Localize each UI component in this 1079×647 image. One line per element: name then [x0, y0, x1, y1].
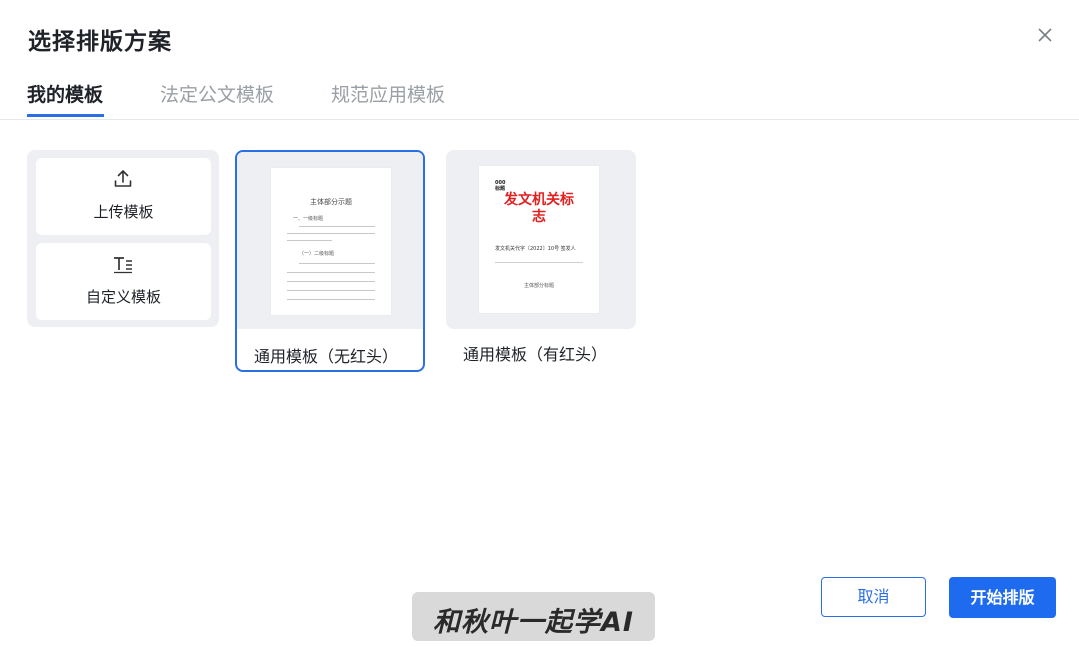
preview-corner-text: 000 标题: [495, 180, 506, 192]
template-name: 通用模板（有红头）: [463, 345, 608, 364]
preview-title: 主体部分示题: [310, 198, 352, 206]
tab-standard-templates[interactable]: 规范应用模板: [331, 80, 445, 107]
watermark: 和秋叶一起学AI: [412, 592, 655, 641]
tab-my-templates[interactable]: 我的模板: [27, 80, 103, 107]
close-button[interactable]: [1032, 22, 1058, 48]
upload-template-button[interactable]: 上传模板: [36, 158, 211, 235]
custom-template-button[interactable]: 自定义模板: [36, 243, 211, 320]
preview-text-line: [287, 299, 375, 300]
text-format-icon: [114, 257, 132, 274]
preview-text-line: [287, 272, 375, 273]
preview-text-line: [287, 281, 375, 282]
close-icon: [1038, 28, 1052, 42]
custom-template-label: 自定义模板: [85, 288, 161, 306]
template-preview: 000 标题 发文机关标志 发文机关代字〔2022〕10号 签发人 主体部分标题: [446, 150, 636, 329]
start-layout-button[interactable]: 开始排版: [949, 577, 1056, 618]
active-tab-indicator: [27, 114, 104, 117]
preview-doc-number: 发文机关代字〔2022〕10号 签发人: [495, 246, 576, 252]
preview-subtitle: 主体部分标题: [523, 283, 554, 289]
preview-separator-line: [495, 262, 583, 263]
document-preview-page: 000 标题 发文机关标志 发文机关代字〔2022〕10号 签发人 主体部分标题: [479, 166, 599, 313]
document-preview-page: 主体部分示题 一、一级标题 （一）二级标题: [271, 168, 391, 315]
preview-heading2: （一）二级标题: [299, 251, 335, 257]
upload-template-label: 上传模板: [93, 203, 154, 221]
tab-official-templates[interactable]: 法定公文模板: [160, 80, 274, 107]
preview-red-head: 发文机关标志: [504, 192, 574, 225]
preview-text-line: [287, 233, 375, 234]
upload-icon: [114, 170, 132, 187]
template-preview: 主体部分示题 一、一级标题 （一）二级标题: [237, 152, 423, 329]
template-actions-panel: 上传模板 自定义模板: [27, 150, 219, 327]
template-card-no-red-head[interactable]: 主体部分示题 一、一级标题 （一）二级标题 通用模板（无红头）: [235, 150, 425, 372]
preview-text-line: [287, 290, 375, 291]
preview-text-line: [299, 263, 375, 264]
cancel-button[interactable]: 取消: [821, 577, 926, 617]
template-name: 通用模板（无红头）: [254, 347, 399, 366]
tab-bar: 我的模板 法定公文模板 规范应用模板: [0, 74, 1079, 120]
preview-text-line: [299, 226, 375, 227]
template-card-red-head[interactable]: 000 标题 发文机关标志 发文机关代字〔2022〕10号 签发人 主体部分标题 …: [446, 150, 636, 372]
preview-text-line: [287, 240, 332, 241]
watermark-text: 和秋叶一起学AI: [433, 607, 634, 638]
preview-heading1: 一、一级标题: [293, 216, 324, 222]
dialog-title: 选择排版方案: [28, 29, 172, 55]
